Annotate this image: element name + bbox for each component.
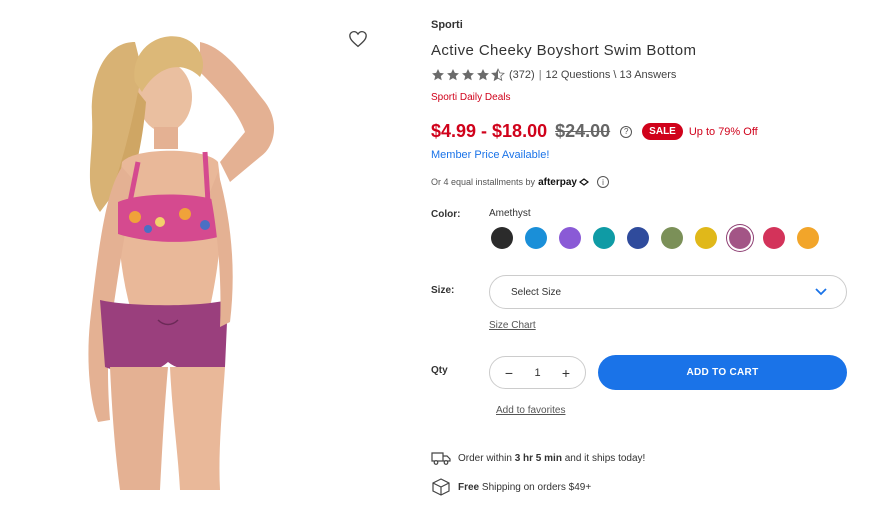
product-title: Active Cheeky Boyshort Swim Bottom	[431, 42, 697, 59]
product-photo	[88, 36, 275, 490]
selected-color-name: Amethyst	[489, 208, 531, 219]
color-swatch[interactable]	[695, 227, 717, 249]
sale-badge: SALE	[642, 123, 683, 140]
order-suffix: and it ships today!	[564, 452, 646, 464]
discount-text: Up to 79% Off	[688, 125, 758, 138]
color-swatch[interactable]	[661, 227, 683, 249]
truck-icon	[431, 452, 451, 465]
qty-value[interactable]: 1	[534, 367, 540, 379]
color-swatch[interactable]	[729, 227, 751, 249]
qty-increase-button[interactable]: +	[559, 365, 573, 381]
brand-name[interactable]: Sporti	[431, 19, 463, 31]
size-label: Size:	[431, 285, 455, 296]
price-row: $4.99 - $18.00 $24.00 ? SALE Up to 79% O…	[431, 121, 758, 142]
free-shipping-row: Free Shipping on orders $49+	[431, 478, 591, 496]
color-swatch[interactable]	[559, 227, 581, 249]
size-chart-link[interactable]: Size Chart	[489, 320, 536, 331]
sale-price: $4.99 - $18.00	[431, 121, 548, 141]
member-price-link[interactable]: Member Price Available!	[431, 149, 549, 161]
box-icon	[432, 478, 450, 496]
help-icon[interactable]: ?	[620, 125, 633, 138]
product-image-area	[0, 0, 420, 522]
info-icon[interactable]: i	[596, 176, 609, 188]
original-price: $24.00	[555, 121, 611, 141]
review-count[interactable]: (372)	[509, 69, 535, 81]
star-icon	[462, 69, 474, 81]
questions-answers-link[interactable]: 12 Questions \ 13 Answers	[546, 69, 677, 81]
color-swatch[interactable]	[525, 227, 547, 249]
star-icon	[447, 69, 459, 81]
heart-icon[interactable]	[348, 30, 368, 48]
color-swatch[interactable]	[763, 227, 785, 249]
color-swatch[interactable]	[491, 227, 513, 249]
deals-label[interactable]: Sporti Daily Deals	[431, 92, 510, 103]
afterpay-text: Or 4 equal installments by	[431, 177, 536, 187]
free-shipping-text: Shipping on orders $49+	[481, 481, 592, 493]
star-rating[interactable]	[431, 68, 505, 82]
afterpay-arrows-icon	[578, 178, 589, 186]
chevron-down-icon	[815, 288, 827, 296]
afterpay-logo: afterpay	[538, 176, 577, 188]
free-label: Free	[458, 481, 480, 493]
separator: |	[538, 69, 542, 81]
color-swatch[interactable]	[627, 227, 649, 249]
size-select-placeholder: Select Size	[511, 286, 562, 298]
color-swatch[interactable]	[593, 227, 615, 249]
color-swatch[interactable]	[797, 227, 819, 249]
add-to-favorites-link[interactable]: Add to favorites	[496, 405, 565, 416]
star-icon	[477, 69, 489, 81]
order-time: 3 hr 5 min	[514, 452, 562, 464]
color-label: Color:	[431, 209, 461, 220]
qty-decrease-button[interactable]: −	[502, 365, 516, 381]
rating-row: (372) | 12 Questions \ 13 Answers	[431, 68, 676, 82]
half-star-icon	[491, 68, 505, 82]
quantity-stepper: − 1 +	[489, 356, 586, 389]
size-select[interactable]: Select Size	[489, 275, 847, 309]
afterpay-row: Or 4 equal installments by afterpay i	[431, 176, 609, 188]
color-swatches	[491, 227, 819, 249]
qty-label: Qty	[431, 365, 448, 376]
ship-today-row: Order within 3 hr 5 min and it ships tod…	[431, 451, 645, 465]
product-info: Sporti Active Cheeky Boyshort Swim Botto…	[431, 0, 861, 522]
order-prefix: Order within	[458, 452, 512, 464]
star-icon	[432, 69, 444, 81]
add-to-cart-button[interactable]: ADD TO CART	[598, 355, 847, 390]
